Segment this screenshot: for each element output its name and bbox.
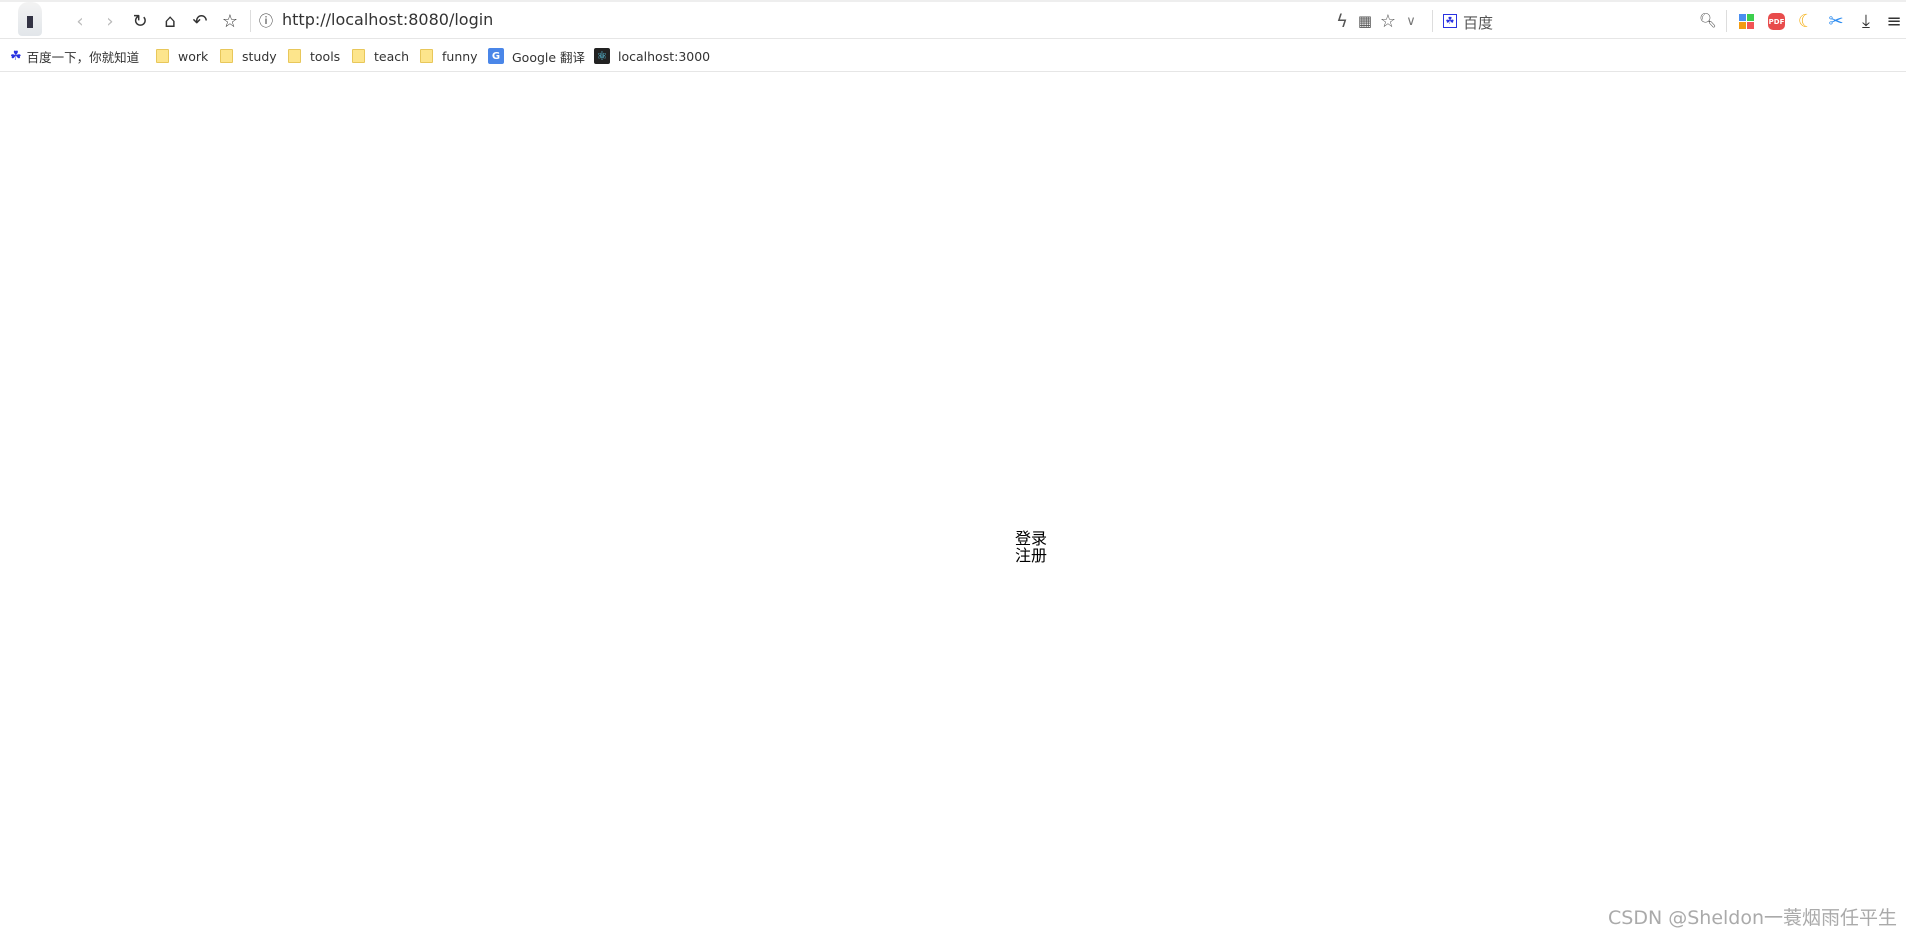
bookmark-star-icon[interactable]: ☆ — [1378, 11, 1398, 32]
info-icon[interactable]: ⓘ — [259, 11, 273, 31]
google-translate-icon: G — [488, 48, 504, 64]
bookmark-teach[interactable]: teach — [352, 47, 409, 65]
folder-icon — [220, 49, 233, 63]
search-engine-label[interactable]: 百度 — [1463, 12, 1493, 33]
avatar[interactable] — [18, 2, 42, 36]
auth-links: 登录 注册 — [1015, 530, 1047, 564]
register-link[interactable]: 注册 — [1015, 547, 1047, 564]
chevron-down-icon[interactable]: ∨ — [1401, 11, 1421, 31]
folder-icon — [288, 49, 301, 63]
bookmark-tools[interactable]: tools — [288, 47, 340, 65]
bookmark-study[interactable]: study — [220, 47, 277, 65]
baidu-paw-icon: ☘ — [10, 48, 22, 64]
browser-toolbar: ‹ › ↻ ⌂ ↶ ☆ ⓘ http://localhost:8080/logi… — [0, 0, 1906, 39]
folder-icon — [352, 49, 365, 63]
bookmark-localhost-3000[interactable]: ⚛ localhost:3000 — [594, 47, 710, 65]
bookmarks-bar: ☘ 百度一下，你就知道 work study tools teach funny … — [0, 39, 1906, 72]
bookmark-baidu[interactable]: ☘ 百度一下，你就知道 — [10, 47, 139, 65]
address-bar[interactable]: http://localhost:8080/login — [282, 10, 493, 29]
undo-icon[interactable]: ↶ — [190, 11, 210, 32]
moon-icon[interactable]: ☾ — [1796, 11, 1816, 32]
reload-icon[interactable]: ↻ — [130, 11, 150, 32]
divider — [1726, 10, 1727, 32]
home-icon[interactable]: ⌂ — [160, 11, 180, 32]
baidu-icon[interactable]: ☘ — [1443, 14, 1457, 28]
bolt-icon[interactable]: ϟ — [1332, 11, 1352, 32]
folder-icon — [156, 49, 169, 63]
watermark: CSDN @Sheldon一蓑烟雨任平生 — [1608, 907, 1898, 929]
folder-icon — [420, 49, 433, 63]
forward-icon[interactable]: › — [100, 11, 120, 32]
search-icon[interactable]: 🔍︎ — [1698, 11, 1718, 31]
divider — [1432, 10, 1433, 32]
pdf-icon[interactable]: PDF — [1768, 13, 1785, 30]
react-icon: ⚛ — [594, 48, 610, 64]
back-icon[interactable]: ‹ — [70, 11, 90, 32]
bookmark-work[interactable]: work — [156, 47, 208, 65]
qr-icon[interactable]: ▦ — [1355, 11, 1375, 31]
login-link[interactable]: 登录 — [1015, 530, 1047, 547]
star-icon[interactable]: ☆ — [220, 11, 240, 32]
apps-icon[interactable] — [1739, 14, 1754, 29]
download-icon[interactable]: ⤓ — [1856, 11, 1876, 32]
bookmark-funny[interactable]: funny — [420, 47, 478, 65]
menu-icon[interactable]: ≡ — [1884, 11, 1904, 32]
scissors-icon[interactable]: ✂ — [1826, 11, 1846, 32]
divider — [250, 10, 251, 32]
bookmark-google-translate[interactable]: G Google 翻译 — [488, 47, 585, 65]
